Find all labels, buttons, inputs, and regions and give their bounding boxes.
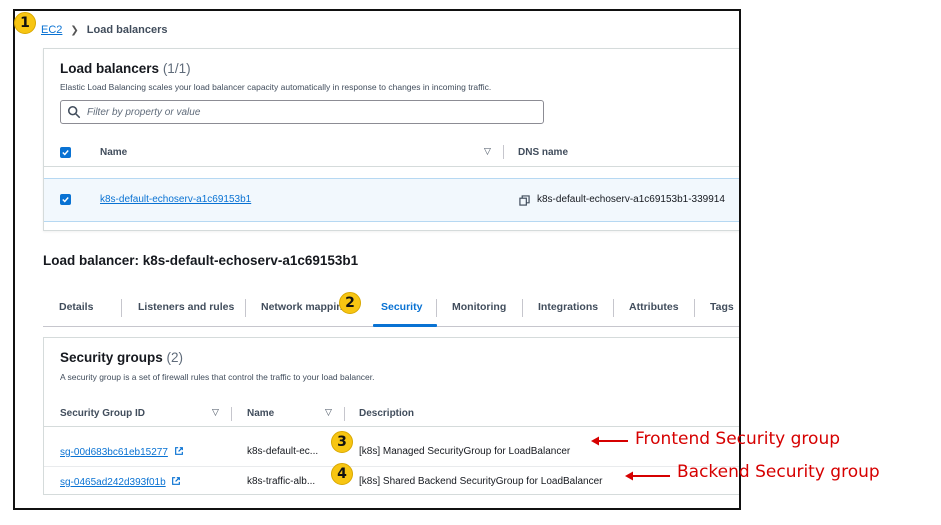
search-icon	[67, 105, 81, 119]
dns-name-value: k8s-default-echoserv-a1c69153b1-339914	[537, 194, 725, 205]
backend-callout: Backend Security group	[677, 462, 880, 482]
load-balancers-title-text: Load balancers	[60, 61, 160, 76]
sort-caret-icon[interactable]: ▽	[325, 407, 332, 418]
load-balancers-title: Load balancers (1/1)	[60, 61, 191, 76]
table-row[interactable]: k8s-default-echoserv-a1c69153b1 k8s-defa…	[44, 178, 739, 222]
sg-description-cell: [k8s] Shared Backend SecurityGroup for L…	[359, 476, 603, 487]
column-divider	[231, 407, 232, 421]
filter-placeholder: Filter by property or value	[87, 106, 201, 118]
tab-divider	[694, 299, 695, 317]
sg-id-cell: sg-0465ad242d393f01b	[60, 476, 181, 488]
filter-input[interactable]: Filter by property or value	[60, 100, 544, 124]
tab-divider	[436, 299, 437, 317]
external-link-icon[interactable]	[174, 446, 184, 456]
sg-id-link[interactable]: sg-00d683bc61eb15277	[60, 447, 168, 458]
external-link-icon[interactable]	[171, 476, 181, 486]
console-frame: EC2 ❯ Load balancers Load balancers (1/1…	[13, 9, 741, 510]
tab-attributes[interactable]: Attributes	[629, 301, 679, 313]
load-balancer-name-link[interactable]: k8s-default-echoserv-a1c69153b1	[100, 194, 251, 205]
check-icon	[62, 150, 69, 156]
sort-caret-icon[interactable]: ▽	[484, 146, 491, 157]
sg-name-cell: k8s-traffic-alb...	[247, 476, 316, 487]
security-groups-description: A security group is a set of firewall ru…	[60, 372, 375, 382]
tab-security[interactable]: Security	[381, 301, 422, 313]
annotation-badge-2: 2	[339, 292, 361, 314]
tab-divider	[613, 299, 614, 317]
copy-icon[interactable]	[519, 195, 530, 206]
column-divider	[344, 407, 345, 421]
column-header-dns[interactable]: DNS name	[518, 147, 568, 158]
tab-divider	[121, 299, 122, 317]
tab-divider	[522, 299, 523, 317]
column-header-sg-id[interactable]: Security Group ID	[60, 408, 145, 419]
annotation-badge-4: 4	[331, 463, 353, 485]
column-header-sg-description: Description	[359, 408, 415, 419]
load-balancers-panel: Load balancers (1/1) Elastic Load Balanc…	[43, 48, 739, 231]
sg-id-link[interactable]: sg-0465ad242d393f01b	[60, 477, 166, 488]
security-groups-table-header: Security Group ID ▽ Name ▽ Description	[44, 401, 739, 427]
tab-integrations[interactable]: Integrations	[538, 301, 598, 313]
load-balancers-count: (1/1)	[162, 61, 191, 76]
tab-details[interactable]: Details	[59, 301, 93, 313]
sg-id-cell: sg-00d683bc61eb15277	[60, 446, 184, 458]
sg-description-cell: [k8s] Managed SecurityGroup for LoadBala…	[359, 446, 571, 457]
breadcrumb-current: Load balancers	[86, 24, 168, 36]
annotation-badge-3: 3	[331, 431, 353, 453]
sg-name-cell: k8s-default-ec...	[247, 446, 319, 457]
column-divider	[503, 145, 504, 159]
breadcrumb: EC2 ❯ Load balancers	[41, 18, 168, 42]
tab-network-mapping[interactable]: Network mapping	[261, 301, 349, 313]
sort-caret-icon[interactable]: ▽	[212, 407, 219, 418]
frontend-callout: Frontend Security group	[635, 429, 841, 449]
tab-listeners-and-rules[interactable]: Listeners and rules	[138, 301, 234, 313]
arrow-left-icon	[591, 436, 628, 446]
column-header-name[interactable]: Name	[100, 147, 127, 158]
load-balancer-detail-heading: Load balancer: k8s-default-echoserv-a1c6…	[43, 253, 359, 268]
breadcrumb-ec2-link[interactable]: EC2	[41, 24, 62, 36]
load-balancers-description: Elastic Load Balancing scales your load …	[60, 82, 492, 92]
chevron-right-icon: ❯	[70, 24, 79, 36]
row-checkbox[interactable]	[60, 194, 71, 205]
security-groups-title-text: Security groups	[60, 350, 163, 365]
select-all-checkbox[interactable]	[60, 147, 71, 158]
tab-divider	[245, 299, 246, 317]
active-tab-indicator	[373, 324, 437, 327]
arrow-left-icon	[625, 471, 670, 481]
check-icon	[62, 197, 69, 203]
detail-tabs: Details Listeners and rules Network mapp…	[43, 291, 739, 327]
tab-monitoring[interactable]: Monitoring	[452, 301, 506, 313]
tab-tags[interactable]: Tags	[710, 301, 734, 313]
annotation-badge-1: 1	[14, 12, 36, 34]
load-balancers-table-header: Name ▽ DNS name	[44, 137, 739, 167]
security-groups-title: Security groups (2)	[60, 350, 183, 365]
column-header-sg-name[interactable]: Name	[247, 408, 274, 419]
security-groups-count: (2)	[166, 350, 184, 365]
